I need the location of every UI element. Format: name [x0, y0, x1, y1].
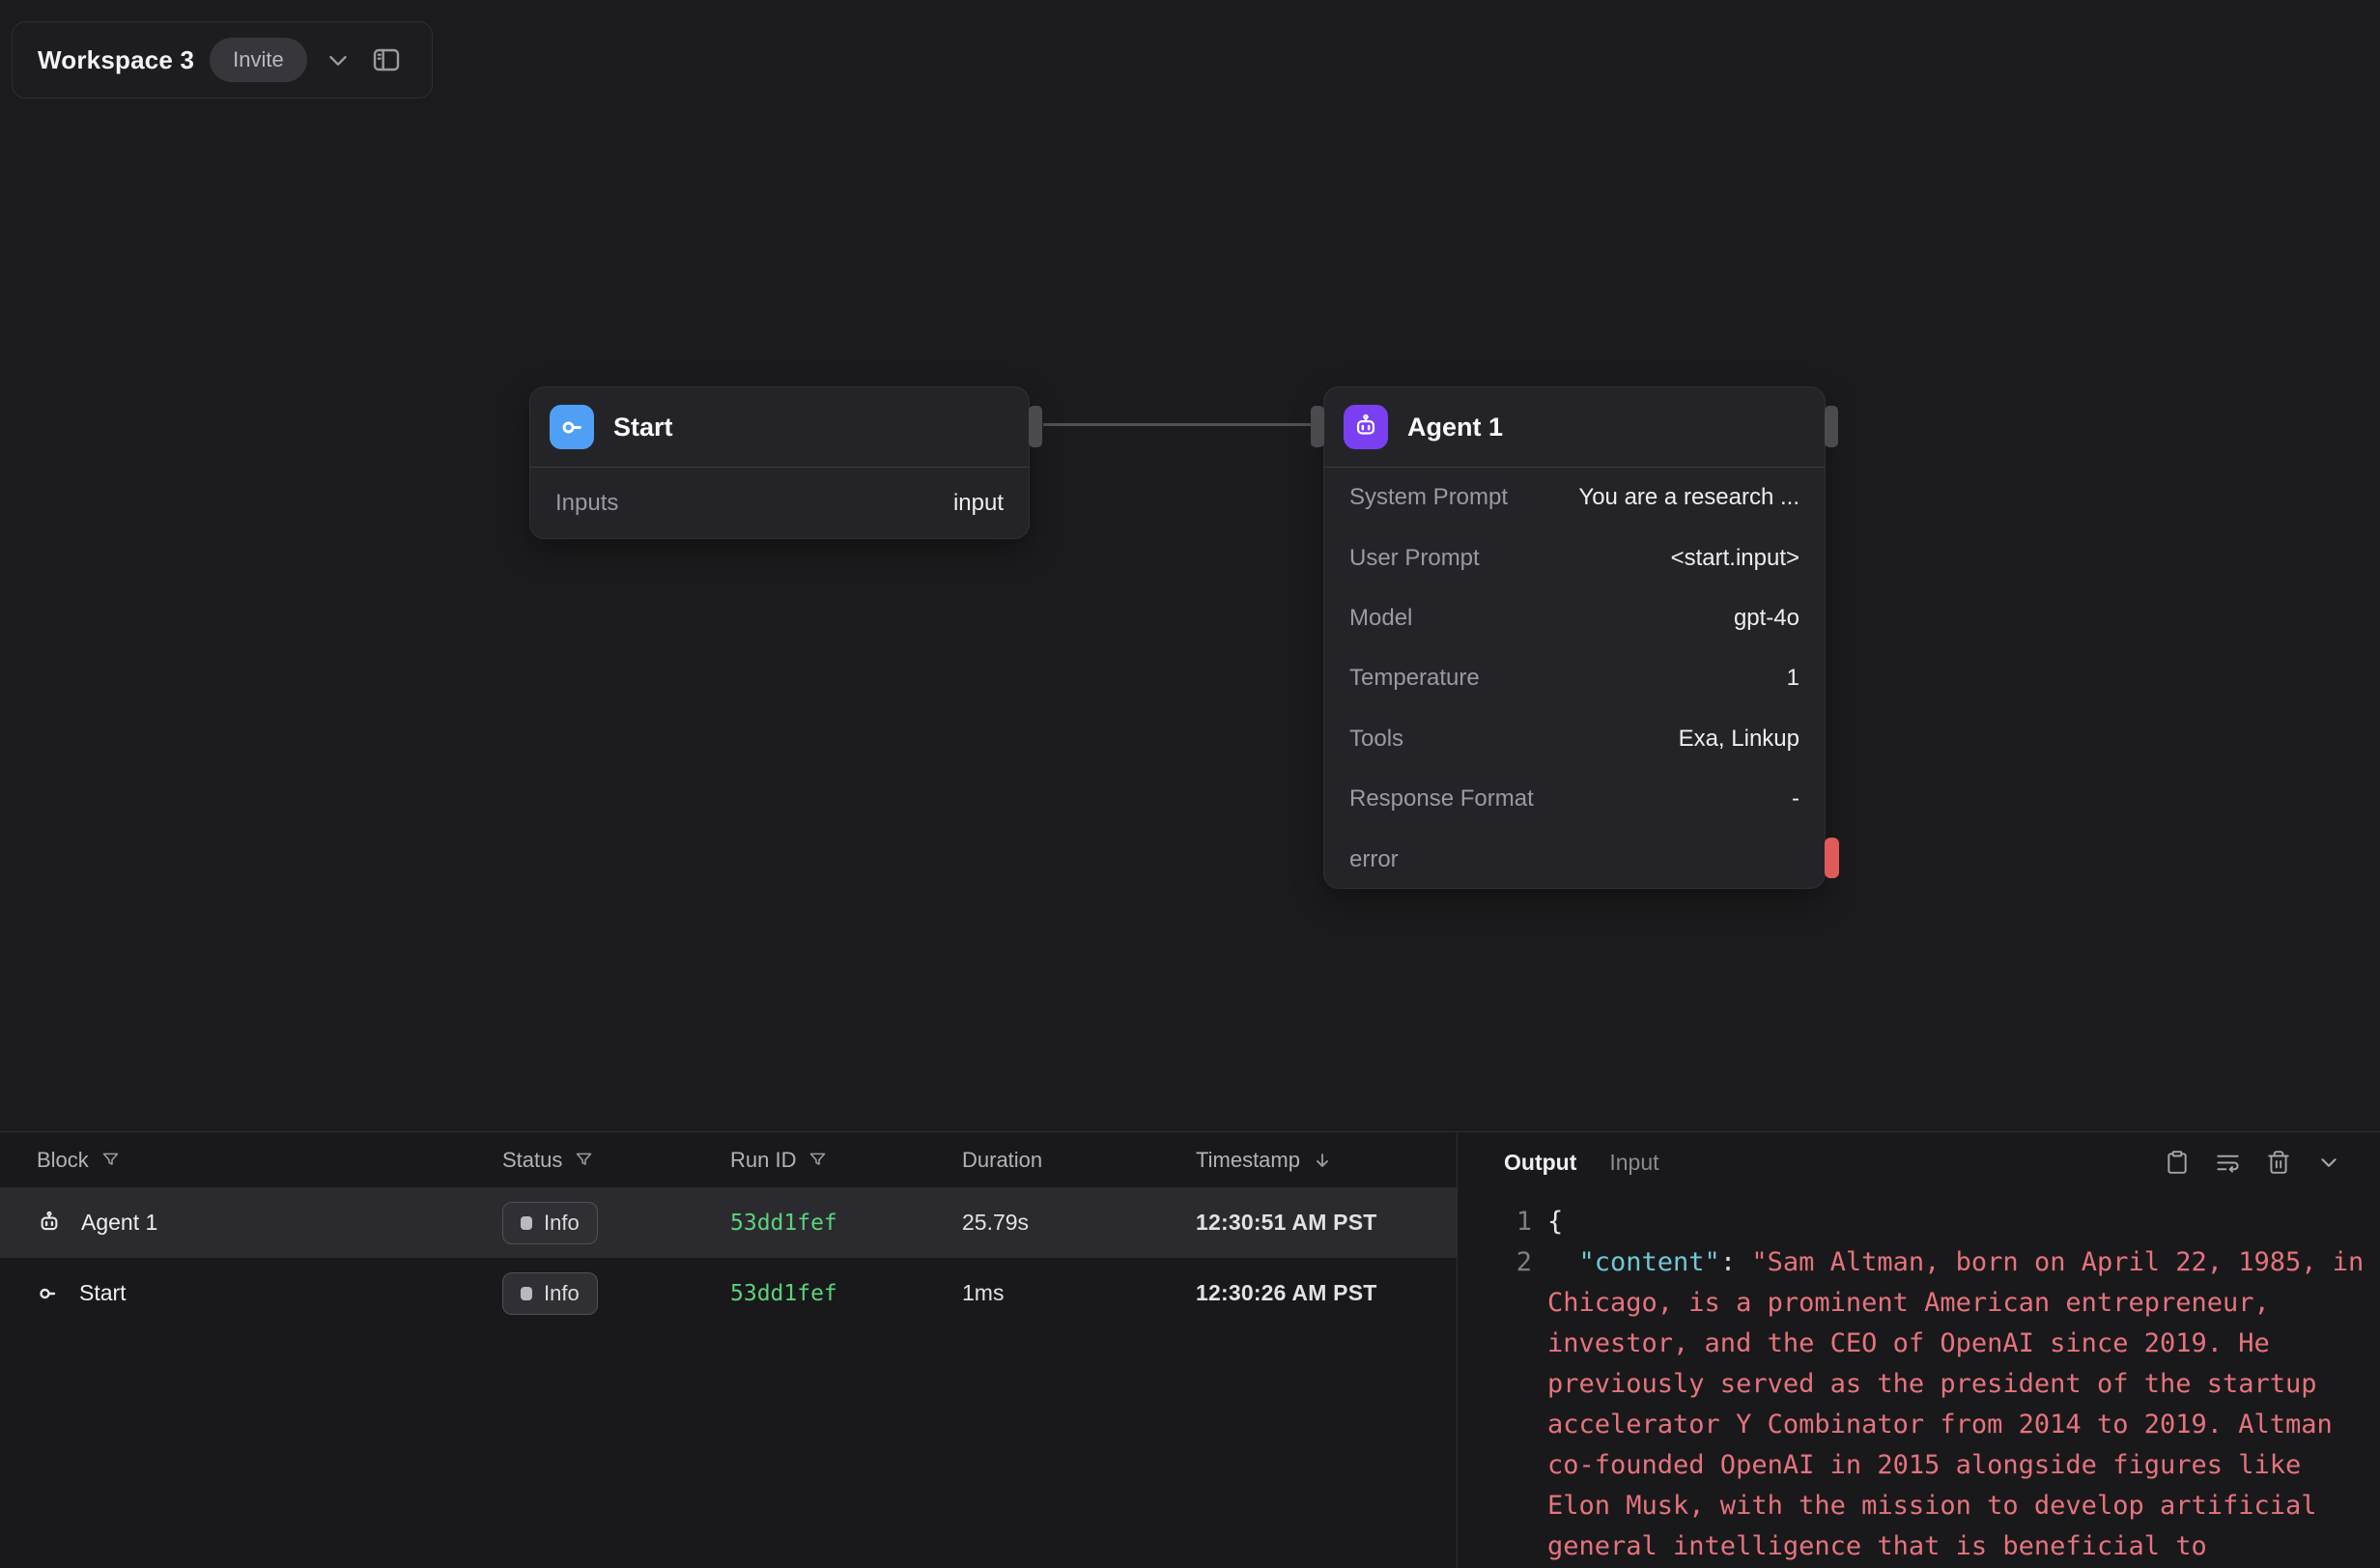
agent-row-temperature: Temperature 1: [1324, 648, 1825, 708]
row-label: Inputs: [555, 490, 618, 517]
app-root: Workspace 3 Invite Start Inputs input: [0, 0, 2380, 1568]
code-line-1: 1 {: [1458, 1202, 2380, 1242]
agent-node-title: Agent 1: [1407, 413, 1503, 442]
invite-button[interactable]: Invite: [210, 38, 307, 82]
status-label: Info: [544, 1211, 580, 1236]
row-label: Tools: [1349, 726, 1403, 753]
run-id-filter-icon[interactable]: [808, 1150, 828, 1170]
log-block-name: Agent 1: [81, 1210, 157, 1236]
tab-output[interactable]: Output: [1504, 1150, 1576, 1176]
row-label: Model: [1349, 605, 1412, 632]
start-node-title: Start: [613, 413, 673, 442]
row-value: <start.input>: [1671, 545, 1799, 572]
collapse-chevron-down-icon[interactable]: [2316, 1150, 2341, 1175]
agent-node-robot-icon: [1344, 405, 1388, 449]
column-duration: Duration: [962, 1148, 1042, 1173]
log-row-agent-1[interactable]: Agent 1 Info 53dd1fef 25.79s 12:30:51 AM…: [0, 1187, 1457, 1258]
log-block-name: Start: [79, 1280, 127, 1306]
agent-row-error: error: [1324, 829, 1825, 889]
json-key: "content": [1579, 1247, 1720, 1277]
status-dot-icon: [521, 1287, 532, 1300]
log-run-id[interactable]: 53dd1fef: [730, 1211, 962, 1236]
row-label: error: [1349, 846, 1399, 873]
trash-icon[interactable]: [2266, 1150, 2291, 1175]
row-value: input: [953, 490, 1004, 517]
log-run-id[interactable]: 53dd1fef: [730, 1281, 962, 1306]
agent-node-header: Agent 1: [1324, 387, 1825, 468]
copy-clipboard-icon[interactable]: [2165, 1150, 2190, 1175]
output-panel-header: Output Input: [1458, 1132, 2380, 1192]
node-agent-1[interactable]: Agent 1 System Prompt You are a research…: [1323, 386, 1826, 889]
json-string-value: "Sam Altman, born on April 22, 1985, in …: [1547, 1247, 2380, 1561]
bottom-panel: Block Status Run ID: [0, 1131, 2380, 1568]
agent-row-response-format: Response Format -: [1324, 769, 1825, 829]
row-value: Exa, Linkup: [1679, 726, 1799, 753]
block-filter-icon[interactable]: [100, 1150, 121, 1170]
code-text: "content": "Sam Altman, born on April 22…: [1547, 1242, 2376, 1567]
status-label: Info: [544, 1281, 580, 1306]
json-separator: :: [1720, 1247, 1752, 1277]
column-timestamp: Timestamp: [1196, 1148, 1300, 1173]
code-line-2: 2 "content": "Sam Altman, born on April …: [1458, 1242, 2380, 1567]
row-label: Temperature: [1349, 665, 1480, 692]
row-value: 1: [1787, 665, 1799, 692]
line-number: 2: [1458, 1242, 1532, 1283]
status-badge[interactable]: Info: [502, 1272, 598, 1315]
edge-start-to-agent[interactable]: [1043, 423, 1311, 426]
tab-input[interactable]: Input: [1609, 1150, 1658, 1176]
log-timestamp: 12:30:26 AM PST: [1196, 1280, 1457, 1306]
robot-icon: [37, 1211, 62, 1236]
log-duration: 1ms: [962, 1280, 1196, 1306]
agent-error-handle[interactable]: [1825, 838, 1839, 878]
output-code-view[interactable]: 1 { 2 "content": "Sam Altman, born on Ap…: [1458, 1202, 2380, 1567]
column-status: Status: [502, 1148, 562, 1173]
agent-input-handle[interactable]: [1311, 406, 1324, 447]
workspace-chevron-down-icon[interactable]: [325, 46, 352, 73]
log-timestamp: 12:30:51 AM PST: [1196, 1210, 1457, 1236]
row-value: -: [1792, 785, 1799, 813]
log-row-start[interactable]: Start Info 53dd1fef 1ms 12:30:26 AM PST: [0, 1258, 1457, 1328]
status-badge[interactable]: Info: [502, 1202, 598, 1244]
workspace-title: Workspace 3: [38, 45, 194, 75]
agent-row-model: Model gpt-4o: [1324, 588, 1825, 648]
row-value: gpt-4o: [1734, 605, 1799, 632]
agent-output-handle[interactable]: [1825, 406, 1838, 447]
column-block: Block: [37, 1148, 89, 1173]
row-value: You are a research ...: [1578, 484, 1799, 511]
agent-row-user-prompt: User Prompt <start.input>: [1324, 527, 1825, 587]
node-start[interactable]: Start Inputs input: [529, 386, 1030, 539]
logs-table-header: Block Status Run ID: [0, 1132, 1457, 1187]
log-duration: 25.79s: [962, 1210, 1196, 1236]
column-run-id: Run ID: [730, 1148, 796, 1173]
line-number: 1: [1458, 1202, 1532, 1242]
output-panel: Output Input: [1457, 1132, 2380, 1568]
status-filter-icon[interactable]: [574, 1150, 594, 1170]
code-text: {: [1547, 1202, 2376, 1242]
start-icon: [37, 1282, 60, 1305]
workspace-header: Workspace 3 Invite: [12, 21, 433, 99]
wrap-text-icon[interactable]: [2215, 1150, 2241, 1176]
row-label: Response Format: [1349, 785, 1534, 813]
start-node-header: Start: [530, 387, 1029, 468]
start-node-icon: [550, 405, 594, 449]
start-node-row-inputs: Inputs input: [530, 468, 1029, 539]
status-dot-icon: [521, 1216, 532, 1230]
start-output-handle[interactable]: [1029, 406, 1042, 447]
toggle-sidebar-panel-icon[interactable]: [371, 44, 402, 75]
row-label: System Prompt: [1349, 484, 1508, 511]
row-label: User Prompt: [1349, 545, 1480, 572]
agent-row-system-prompt: System Prompt You are a research ...: [1324, 468, 1825, 527]
logs-table: Block Status Run ID: [0, 1132, 1457, 1568]
agent-row-tools: Tools Exa, Linkup: [1324, 709, 1825, 769]
timestamp-sort-desc-icon[interactable]: [1312, 1150, 1333, 1171]
